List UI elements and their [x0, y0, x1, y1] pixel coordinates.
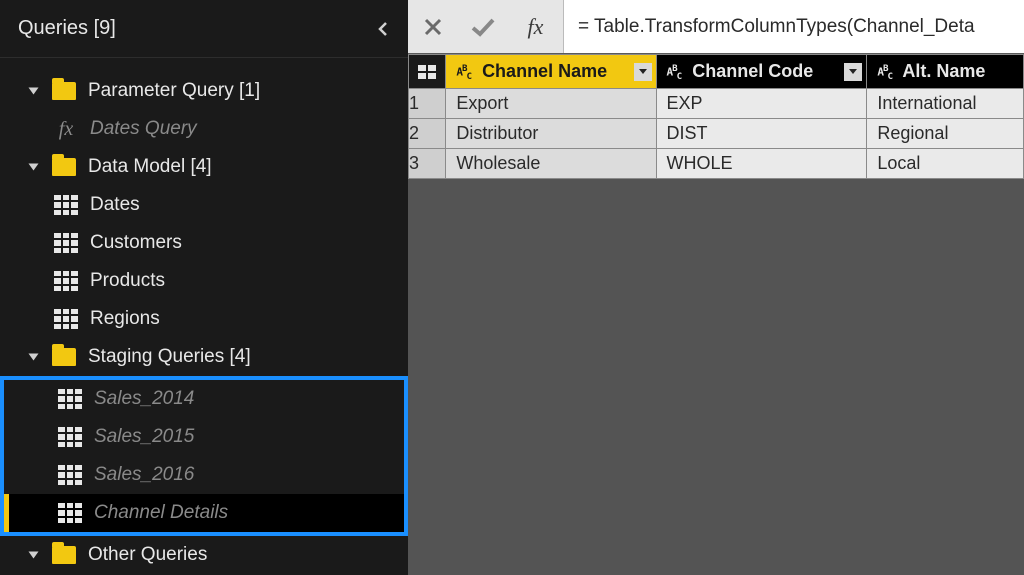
cell[interactable]: Wholesale — [446, 149, 656, 179]
folder-parameter-query[interactable]: Parameter Query [1] — [0, 72, 408, 110]
row-number: 2 — [409, 119, 446, 149]
expand-arrow-icon[interactable] — [26, 550, 40, 560]
cancel-formula-button[interactable] — [408, 0, 458, 53]
query-label: Dates — [90, 194, 408, 216]
fx-icon: fx — [52, 118, 80, 141]
formula-input[interactable]: = Table.TransformColumnTypes(Channel_Det… — [564, 0, 1024, 53]
expand-arrow-icon[interactable] — [26, 162, 40, 172]
highlight-box: Sales_2014 Sales_2015 Sales_2016 Channel… — [0, 376, 408, 536]
folder-other-queries[interactable]: Other Queries — [0, 536, 408, 574]
query-customers[interactable]: Customers — [0, 224, 408, 262]
column-name: Channel Code — [692, 61, 813, 81]
row-number: 1 — [409, 89, 446, 119]
table-icon — [52, 271, 80, 291]
query-channel-details[interactable]: Channel Details — [4, 494, 404, 532]
column-header-channel-name[interactable]: ABC Channel Name — [446, 55, 656, 89]
query-dates[interactable]: Dates — [0, 186, 408, 224]
table-row[interactable]: 1 Export EXP International — [409, 89, 1024, 119]
folder-icon — [50, 546, 78, 564]
text-type-icon: ABC — [877, 65, 892, 80]
fx-label[interactable]: fx — [508, 0, 564, 53]
query-label: Sales_2016 — [94, 464, 404, 486]
cell[interactable]: International — [867, 89, 1024, 119]
cell[interactable]: Export — [446, 89, 656, 119]
folder-icon — [50, 348, 78, 366]
query-label: Regions — [90, 308, 408, 330]
table-icon — [56, 465, 84, 485]
text-type-icon: ABC — [667, 65, 682, 80]
query-regions[interactable]: Regions — [0, 300, 408, 338]
table-icon — [56, 389, 84, 409]
formula-bar: fx = Table.TransformColumnTypes(Channel_… — [408, 0, 1024, 54]
folder-data-model[interactable]: Data Model [4] — [0, 148, 408, 186]
data-grid: ABC Channel Name ABC Channel Code ABC Al… — [408, 54, 1024, 179]
query-label: Channel Details — [94, 502, 404, 524]
query-sales-2014[interactable]: Sales_2014 — [4, 380, 404, 418]
table-icon — [52, 309, 80, 329]
query-sales-2016[interactable]: Sales_2016 — [4, 456, 404, 494]
table-row[interactable]: 2 Distributor DIST Regional — [409, 119, 1024, 149]
column-header-alt-name[interactable]: ABC Alt. Name — [867, 55, 1024, 89]
row-number: 3 — [409, 149, 446, 179]
table-icon — [56, 427, 84, 447]
folder-icon — [50, 82, 78, 100]
folder-label: Staging Queries [4] — [88, 346, 408, 368]
cell[interactable]: Distributor — [446, 119, 656, 149]
query-label: Sales_2015 — [94, 426, 404, 448]
query-label: Sales_2014 — [94, 388, 404, 410]
table-icon — [52, 233, 80, 253]
queries-pane: Queries [9] Parameter Query [1] fx Dates… — [0, 0, 408, 575]
query-label: Products — [90, 270, 408, 292]
query-label: Dates Query — [90, 118, 408, 140]
query-label: Customers — [90, 232, 408, 254]
query-dates-query[interactable]: fx Dates Query — [0, 110, 408, 148]
queries-title: Queries [9] — [18, 17, 116, 40]
cell[interactable]: EXP — [656, 89, 867, 119]
table-icon — [52, 195, 80, 215]
column-name: Alt. Name — [902, 61, 985, 81]
folder-staging-queries[interactable]: Staging Queries [4] — [0, 338, 408, 376]
queries-tree: Parameter Query [1] fx Dates Query Data … — [0, 58, 408, 575]
table-row[interactable]: 3 Wholesale WHOLE Local — [409, 149, 1024, 179]
column-filter-button[interactable] — [844, 63, 862, 81]
queries-header: Queries [9] — [0, 0, 408, 58]
collapse-pane-button[interactable] — [376, 22, 390, 36]
cell[interactable]: Regional — [867, 119, 1024, 149]
table-corner-button[interactable] — [409, 55, 446, 89]
expand-arrow-icon[interactable] — [26, 86, 40, 96]
text-type-icon: ABC — [456, 65, 471, 80]
commit-formula-button[interactable] — [458, 0, 508, 53]
column-name: Channel Name — [482, 61, 607, 81]
cell[interactable]: WHOLE — [656, 149, 867, 179]
folder-icon — [50, 158, 78, 176]
folder-label: Other Queries — [88, 544, 408, 566]
column-header-channel-code[interactable]: ABC Channel Code — [656, 55, 867, 89]
cell[interactable]: Local — [867, 149, 1024, 179]
folder-label: Data Model [4] — [88, 156, 408, 178]
cell[interactable]: DIST — [656, 119, 867, 149]
table-icon — [56, 503, 84, 523]
preview-pane: fx = Table.TransformColumnTypes(Channel_… — [408, 0, 1024, 575]
expand-arrow-icon[interactable] — [26, 352, 40, 362]
column-filter-button[interactable] — [634, 63, 652, 81]
query-products[interactable]: Products — [0, 262, 408, 300]
query-sales-2015[interactable]: Sales_2015 — [4, 418, 404, 456]
folder-label: Parameter Query [1] — [88, 80, 408, 102]
